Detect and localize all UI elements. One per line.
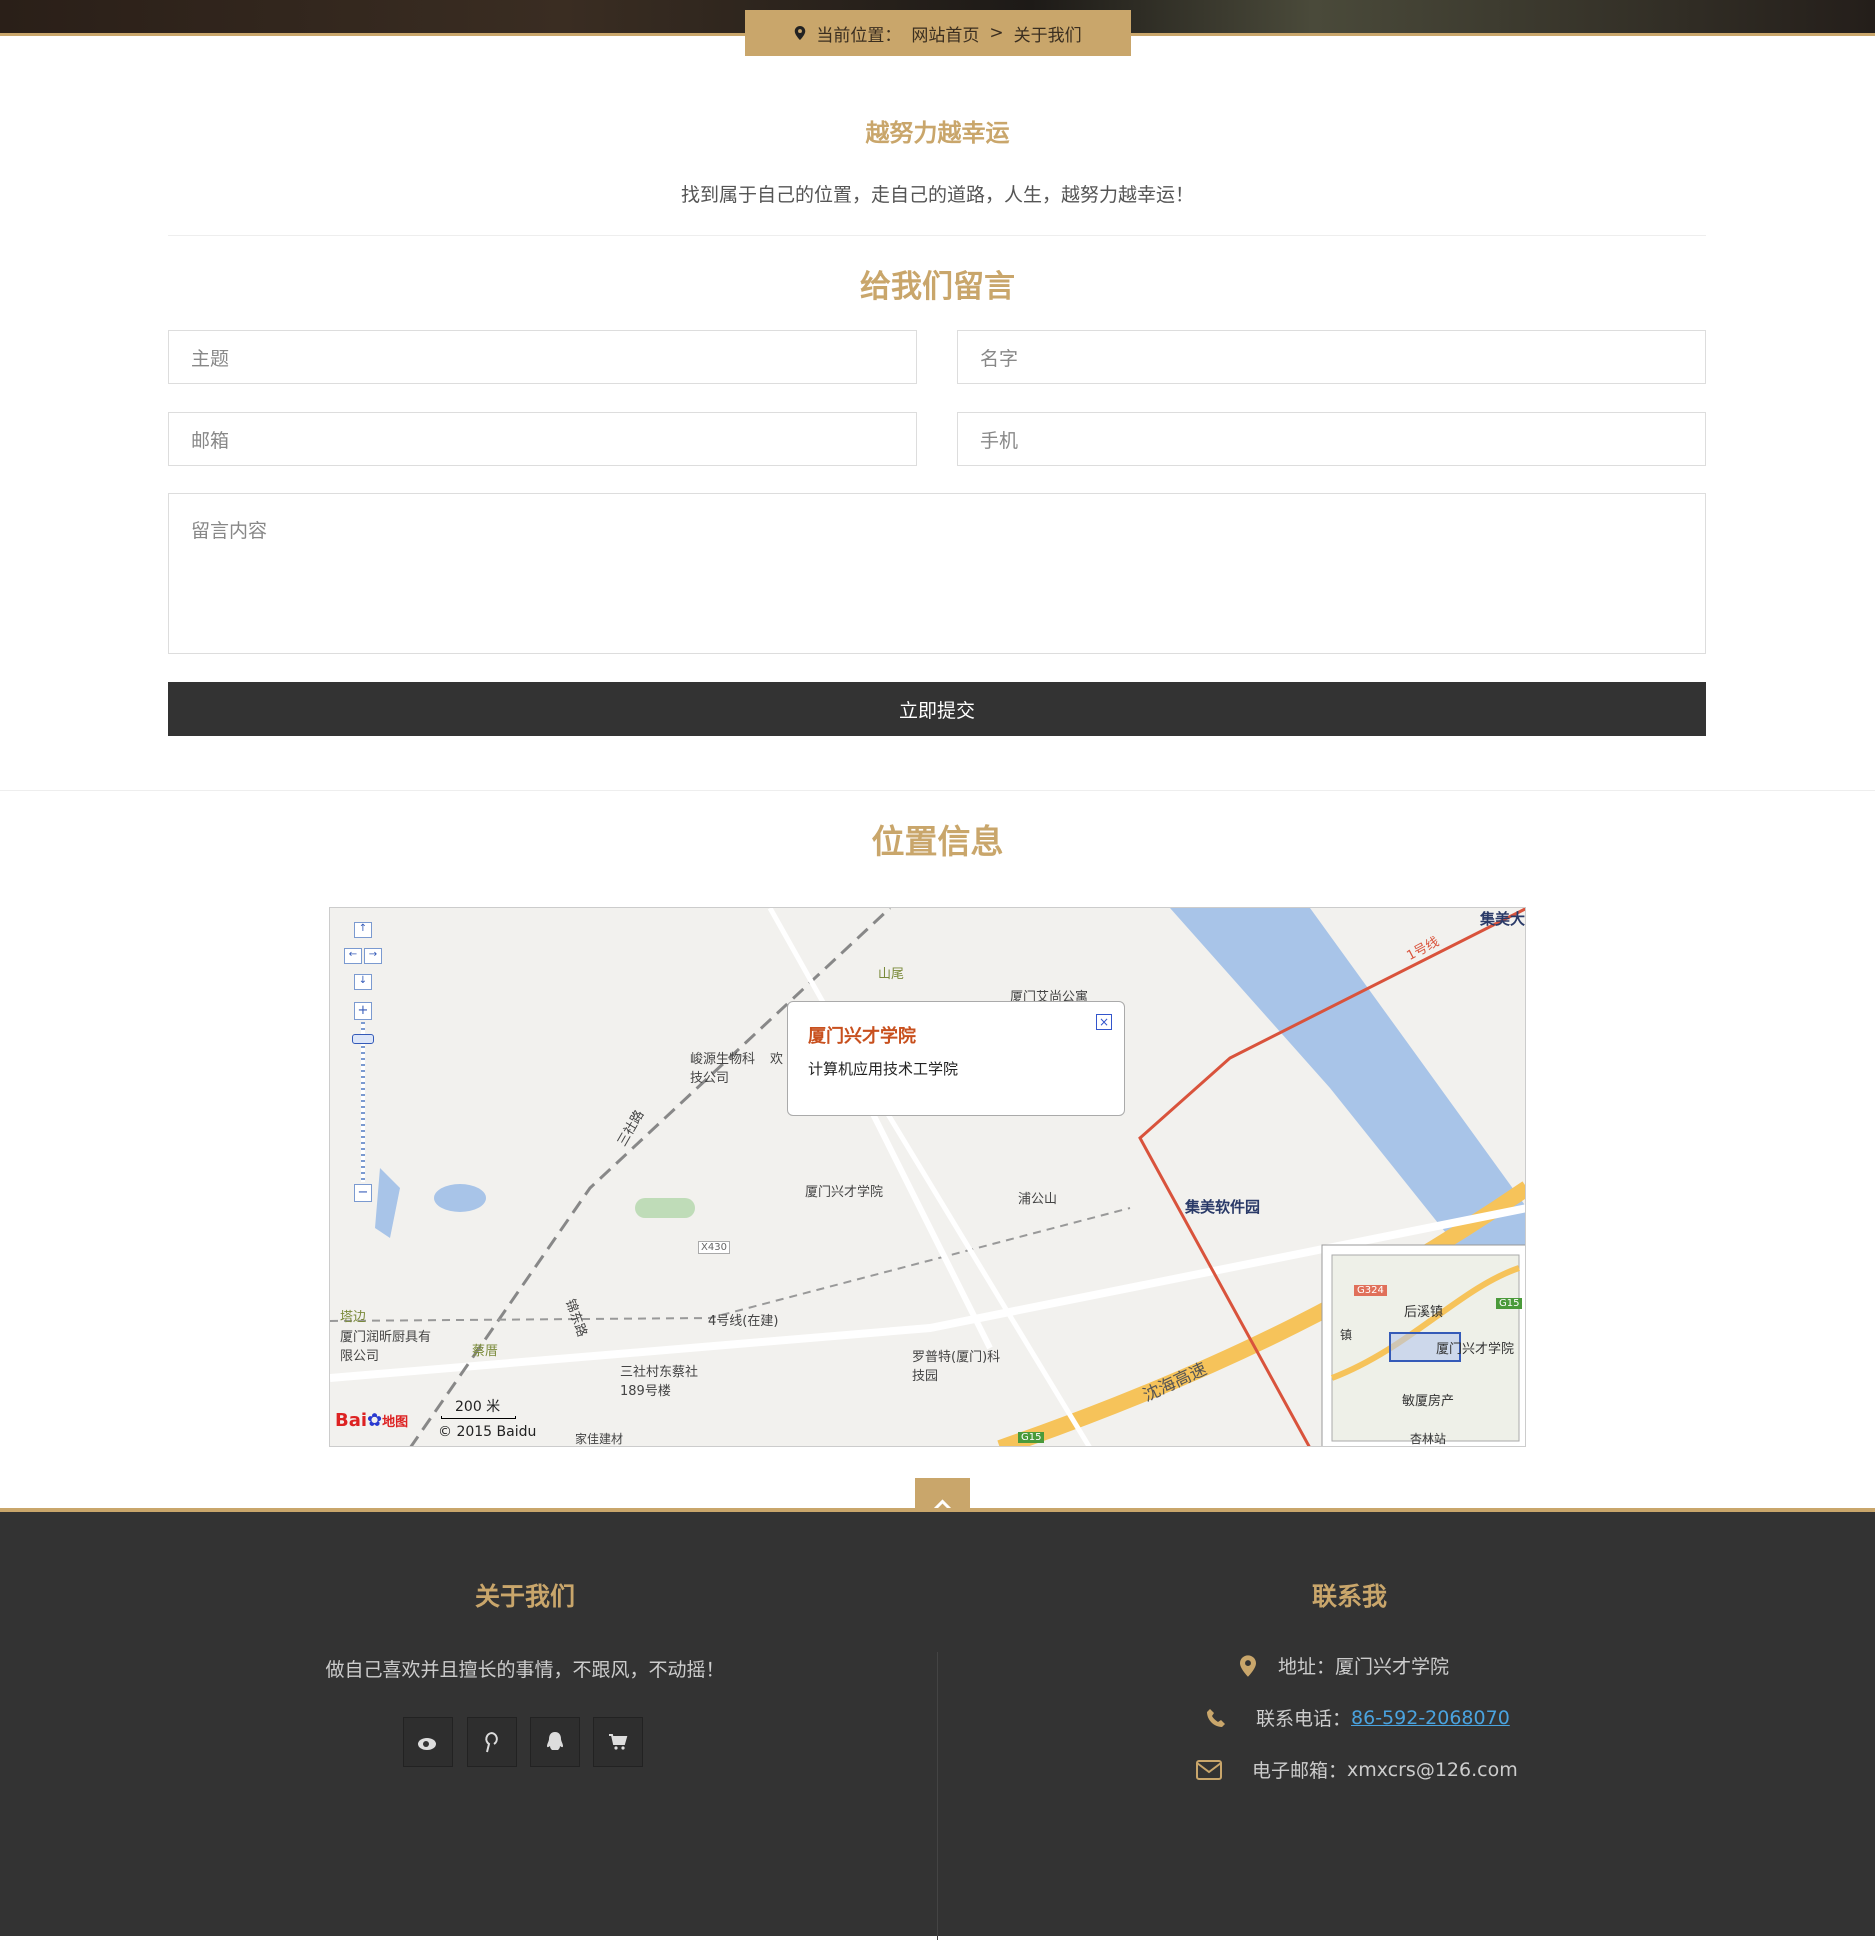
overview-label: 厦门兴才学院 xyxy=(1436,1342,1515,1357)
pinterest-icon[interactable] xyxy=(467,1717,517,1767)
divider xyxy=(0,790,1875,791)
close-icon[interactable]: × xyxy=(1096,1014,1112,1030)
overview-label: 后溪镇 xyxy=(1404,1305,1444,1320)
overview-label: 杏林站 xyxy=(1410,1432,1447,1446)
address-label: 地址： xyxy=(1278,1656,1336,1678)
pan-down-icon[interactable]: ↓ xyxy=(354,974,372,990)
overview-label: G324 xyxy=(1354,1285,1387,1296)
submit-button[interactable]: 立即提交 xyxy=(168,682,1706,736)
map-pin-icon xyxy=(1240,1654,1256,1677)
info-window-title: 厦门兴才学院 xyxy=(808,1026,916,1047)
map-label: 三社村东蔡社189号楼 xyxy=(620,1365,699,1399)
metro-line-4 xyxy=(330,1207,1131,1322)
footer-divider xyxy=(937,1652,938,1940)
contact-phone: 联系电话： 86-592-2068070 xyxy=(1206,1704,1510,1731)
overview-label: 镇 xyxy=(1340,1328,1353,1342)
map-label: X430 xyxy=(698,1241,730,1254)
phone-icon xyxy=(1207,1708,1225,1727)
phone-input[interactable]: 手机 xyxy=(957,412,1706,466)
baidu-logo: Bai✿地图 xyxy=(335,1410,408,1431)
info-window-subtitle: 计算机应用技术工学院 xyxy=(808,1060,959,1078)
contact-address: 地址： 厦门兴才学院 xyxy=(1240,1652,1449,1679)
zoom-control[interactable]: ↑ ← → ↓ + − xyxy=(342,922,382,1202)
pond-shape xyxy=(434,1184,486,1212)
footer: 关于我们 做自己喜欢并且擅长的事情，不跟风，不动摇！ 联系我 地址： 厦门兴才学院… xyxy=(0,1508,1875,1940)
map-label: 厦门润昕厨具有限公司 xyxy=(340,1330,432,1364)
divider xyxy=(168,235,1706,236)
zoom-in-icon[interactable]: + xyxy=(354,1002,372,1020)
map-scale-bar xyxy=(441,1416,516,1419)
info-window: 厦门兴才学院 计算机应用技术工学院 × xyxy=(787,1001,1125,1116)
map-label: 山尾 xyxy=(878,967,905,982)
map-label: 峻源生物科技公司 xyxy=(690,1052,756,1086)
overview-label: 敏厦房产 xyxy=(1402,1394,1455,1409)
email-input[interactable]: 邮箱 xyxy=(168,412,917,466)
message-textarea[interactable]: 留言内容 xyxy=(168,493,1706,654)
zoom-slider-handle[interactable] xyxy=(352,1034,374,1044)
email-value: xmxcrs@126.com xyxy=(1347,1758,1518,1781)
pan-up-icon[interactable]: ↑ xyxy=(354,922,372,938)
zoom-slider[interactable] xyxy=(361,1022,365,1182)
weibo-icon[interactable] xyxy=(403,1717,453,1767)
qq-icon[interactable] xyxy=(530,1717,580,1767)
map-label: 集美软件园 xyxy=(1185,1198,1261,1216)
address-value: 厦门兴才学院 xyxy=(1335,1656,1450,1678)
envelope-icon xyxy=(1196,1759,1222,1780)
contact-email: 电子邮箱： xmxcrs@126.com xyxy=(1196,1756,1518,1783)
map-label: G15 xyxy=(1018,1432,1045,1443)
baidu-paw-icon: ✿ xyxy=(367,1410,383,1431)
subject-input[interactable]: 主题 xyxy=(168,330,917,384)
pan-right-icon[interactable]: → xyxy=(364,948,382,964)
breadcrumb: 当前位置： 网站首页 > 关于我们 xyxy=(745,10,1131,56)
map-label: 厦门兴才学院 xyxy=(805,1185,884,1200)
name-input[interactable]: 名字 xyxy=(957,330,1706,384)
map-scale-label: 200 米 xyxy=(455,1399,501,1415)
map-label: 蔡厝 xyxy=(472,1344,499,1359)
breadcrumb-current: 关于我们 xyxy=(1013,25,1082,46)
footer-contact-title: 联系我 xyxy=(1311,1582,1387,1611)
cart-icon[interactable] xyxy=(593,1717,643,1767)
location-title: 位置信息 xyxy=(871,822,1004,861)
intro-title: 越努力越幸运 xyxy=(865,119,1010,147)
map-label: 罗普特(厦门)科技园 xyxy=(912,1350,1001,1384)
park-shape xyxy=(635,1198,695,1218)
map-label: 欢 xyxy=(770,1052,784,1067)
form-title: 给我们留言 xyxy=(860,269,1015,305)
baidu-map[interactable]: ↑ ← → ↓ + − 厦门兴才学院 集美软件园 浦公山 沈海高速 4号线(在建… xyxy=(329,907,1526,1447)
baidu-logo-text: Bai xyxy=(335,1410,368,1431)
phone-label: 联系电话： xyxy=(1256,1708,1352,1730)
breadcrumb-label: 当前位置： xyxy=(816,25,902,46)
map-label: 塔边 xyxy=(340,1310,367,1325)
map-copyright: © 2015 Baidu xyxy=(438,1424,537,1440)
email-label: 电子邮箱： xyxy=(1252,1760,1348,1782)
map-scale: 200 米 xyxy=(441,1396,516,1419)
map-pin-icon xyxy=(795,26,806,40)
map-label: 家佳建材 xyxy=(575,1432,624,1446)
footer-about-desc: 做自己喜欢并且擅长的事情，不跟风，不动摇！ xyxy=(325,1659,725,1681)
map-label: 4号线(在建) xyxy=(708,1314,779,1329)
breadcrumb-home-link[interactable]: 网站首页 xyxy=(911,21,979,46)
zoom-out-icon[interactable]: − xyxy=(354,1184,372,1202)
footer-about-title: 关于我们 xyxy=(474,1582,575,1611)
intro-slogan: 找到属于自己的位置，走自己的道路，人生，越努力越幸运！ xyxy=(680,184,1194,206)
map-label: 集美大 xyxy=(1480,910,1526,928)
map-label: 浦公山 xyxy=(1018,1192,1058,1207)
breadcrumb-separator: > xyxy=(989,23,1004,43)
overview-label: G15 xyxy=(1496,1298,1523,1309)
baidu-logo-suffix: 地图 xyxy=(382,1415,409,1430)
pan-left-icon[interactable]: ← xyxy=(344,948,362,964)
phone-link[interactable]: 86-592-2068070 xyxy=(1351,1707,1510,1729)
